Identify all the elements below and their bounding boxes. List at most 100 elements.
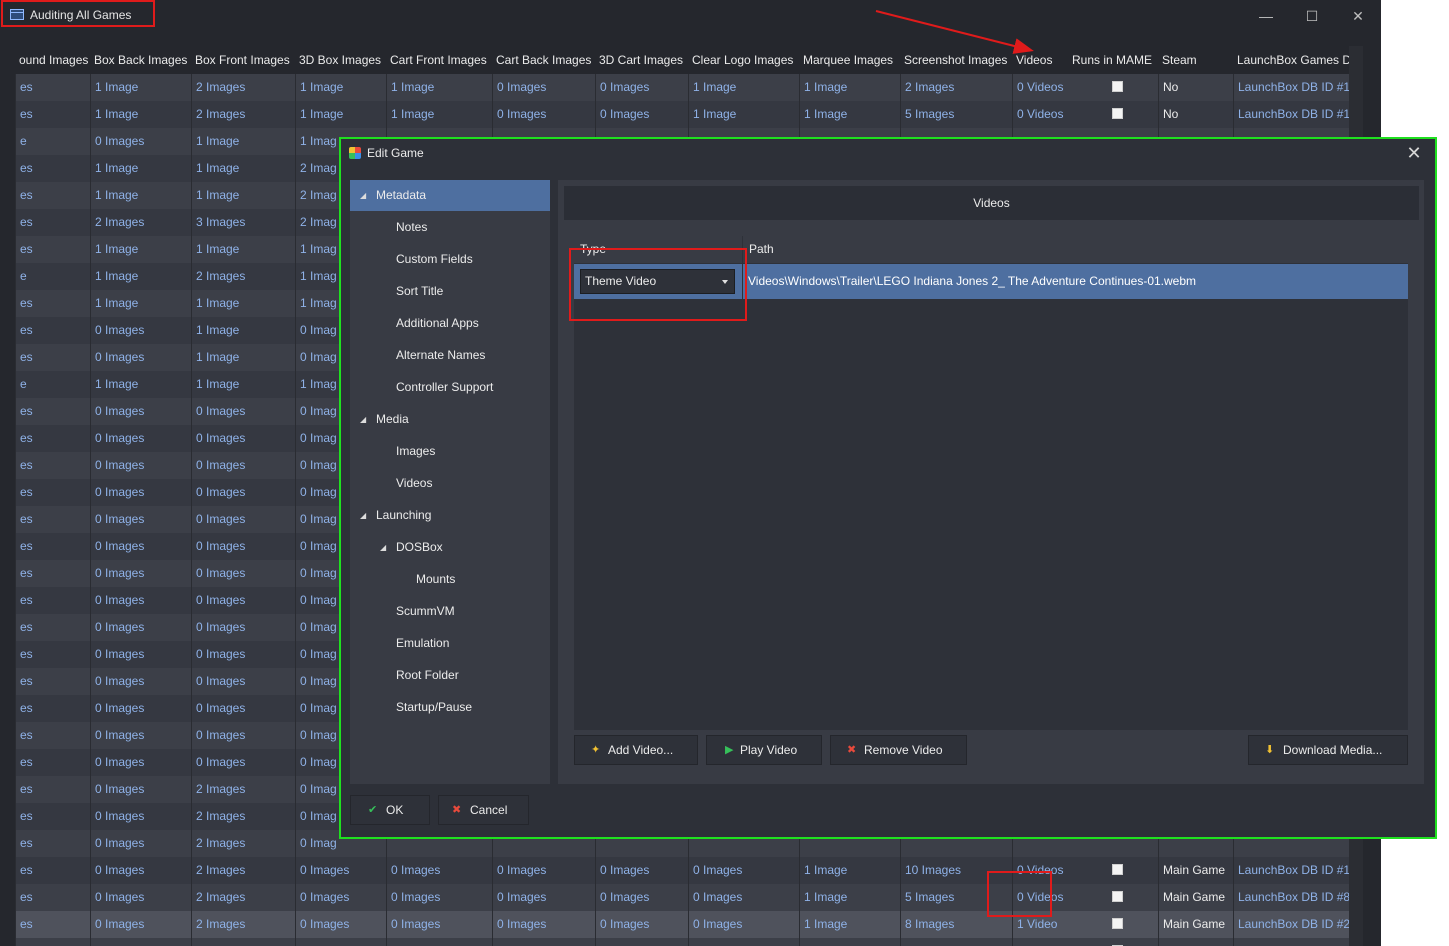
column-path[interactable]: Path [742,236,1408,263]
nav-item-media[interactable]: ◢ Media [350,404,550,435]
table-row[interactable]: es0 Images2 Images0 Images0 Images0 Imag… [15,884,1349,911]
column-header-cartback[interactable]: Cart Back Images [492,46,595,74]
column-header-mame[interactable]: Runs in MAME [1068,46,1158,74]
nav-item-label: DOSBox [396,540,443,554]
nav-item-alternate-names[interactable]: Alternate Names [350,340,550,371]
remove-icon: ✖ [847,744,857,756]
expand-triangle-icon[interactable]: ◢ [360,404,366,435]
runs-in-mame-checkbox[interactable] [1112,81,1123,92]
table-row[interactable]: es 1 Image 2 Images 1 Image 1 Image 0 Images 0… [15,74,1349,101]
runs-in-mame-checkbox[interactable] [1112,891,1123,902]
column-header-videos[interactable]: Videos [1012,46,1068,74]
table-row[interactable]: es0 Images2 Images0 Images0 Images0 Imag… [15,938,1349,946]
table-cell-bg: es [15,425,90,452]
nav-item-mounts[interactable]: Mounts [350,564,550,595]
column-header-bg[interactable]: ound Images [15,46,90,74]
expand-triangle-icon[interactable]: ◢ [380,532,386,563]
table-cell-lbdb[interactable]: LaunchBox DB ID #87 [1233,938,1349,946]
expand-triangle-icon[interactable]: ◢ [360,500,366,531]
column-header-cartfront[interactable]: Cart Front Images [386,46,492,74]
nav-item-label: Startup/Pause [396,700,473,714]
expand-triangle-icon[interactable]: ◢ [360,180,366,211]
add-video-button[interactable]: ✦ Add Video... [574,735,698,765]
table-cell-bg: es [15,803,90,830]
table-cell-cartback: 0 Images [492,911,595,938]
ok-button[interactable]: ✔ OK [350,795,430,825]
table-cell-boxback: 0 Images [90,695,191,722]
nav-item-custom-fields[interactable]: Custom Fields [350,244,550,275]
table-cell-bg: es [15,74,90,101]
cancel-button[interactable]: ✖ Cancel [438,795,529,825]
remove-video-button[interactable]: ✖ Remove Video [830,735,967,765]
column-header-box3d[interactable]: 3D Box Images [295,46,386,74]
table-cell-boxfront: 0 Images [191,695,295,722]
column-header-marquee[interactable]: Marquee Images [799,46,900,74]
table-cell-clearlogo: 0 Images [688,911,799,938]
table-cell-boxfront: 2 Images [191,884,295,911]
table-cell-bg: es [15,209,90,236]
nav-item-sort-title[interactable]: Sort Title [350,276,550,307]
nav-item-label: Additional Apps [396,316,479,330]
nav-item-emulation[interactable]: Emulation [350,628,550,659]
column-header-steam[interactable]: Steam [1158,46,1233,74]
table-row[interactable]: es 1 Image 2 Images 1 Image 1 Image 0 Images 0… [15,101,1349,128]
table-cell-lbdb[interactable]: LaunchBox DB ID #82 [1233,884,1349,911]
table-cell-boxfront: 1 Image [191,371,295,398]
column-header-clearlogo[interactable]: Clear Logo Images [688,46,799,74]
add-video-label: Add Video... [608,743,674,757]
runs-in-mame-checkbox[interactable] [1112,108,1123,119]
nav-item-images[interactable]: Images [350,436,550,467]
maximize-button[interactable]: ☐ [1297,5,1327,27]
nav-item-controller-support[interactable]: Controller Support [350,372,550,403]
dialog-title: Edit Game [367,146,424,160]
runs-in-mame-checkbox[interactable] [1112,918,1123,929]
play-video-button[interactable]: ▶ Play Video [706,735,822,765]
table-row[interactable]: es0 Images2 Images0 Images0 Images0 Imag… [15,911,1349,938]
table-cell-boxback: 0 Images [90,776,191,803]
nav-item-additional-apps[interactable]: Additional Apps [350,308,550,339]
column-header-screenshot[interactable]: Screenshot Images [900,46,1012,74]
table-cell-boxfront: 0 Images [191,533,295,560]
table-cell-boxfront: 2 Images [191,803,295,830]
table-cell-boxback: 0 Images [90,398,191,425]
nav-item-metadata[interactable]: ◢ Metadata [350,180,550,211]
play-icon: ▶ [725,744,734,756]
table-cell-lbdb[interactable]: LaunchBox DB ID #12 [1233,74,1349,101]
table-cell-bg: es [15,641,90,668]
nav-item-label: Launching [376,508,432,522]
column-header-boxfront[interactable]: Box Front Images [191,46,295,74]
dialog-close-button[interactable]: ✕ [1399,141,1429,165]
table-cell-boxback: 1 Image [90,74,191,101]
nav-item-scummvm[interactable]: ScummVM [350,596,550,627]
table-cell-lbdb[interactable]: LaunchBox DB ID #15 [1233,857,1349,884]
table-cell-bg: es [15,236,90,263]
download-media-button[interactable]: ⬇ Download Media... [1248,735,1408,765]
column-header-lbdb[interactable]: LaunchBox Games Da [1233,46,1349,74]
table-cell-bg: es [15,317,90,344]
table-cell-lbdb[interactable]: LaunchBox DB ID #13 [1233,101,1349,128]
table-cell-bg: es [15,479,90,506]
column-header-cart3d[interactable]: 3D Cart Images [595,46,688,74]
nav-item-videos[interactable]: Videos [350,468,550,499]
table-cell-boxback: 0 Images [90,560,191,587]
nav-item-notes[interactable]: Notes [350,212,550,243]
table-cell-marquee: 1 Image [799,911,900,938]
table-cell-lbdb[interactable]: LaunchBox DB ID #25 [1233,911,1349,938]
runs-in-mame-checkbox[interactable] [1112,864,1123,875]
table-cell-bg: es [15,938,90,946]
nav-item-startup-pause[interactable]: Startup/Pause [350,692,550,723]
column-header-boxback[interactable]: Box Back Images [90,46,191,74]
nav-item-root-folder[interactable]: Root Folder [350,660,550,691]
table-row[interactable]: es0 Images2 Images0 Images0 Images0 Imag… [15,857,1349,884]
minimize-button[interactable]: — [1251,5,1281,27]
nav-item-dosbox[interactable]: ◢ DOSBox [350,532,550,563]
nav-item-label: ScummVM [396,604,455,618]
table-cell-boxfront: 0 Images [191,398,295,425]
close-button[interactable]: ✕ [1343,5,1373,27]
video-path[interactable]: Videos\Windows\Trailer\LEGO Indiana Jone… [748,264,1196,299]
nav-item-launching[interactable]: ◢ Launching [350,500,550,531]
table-cell-bg: es [15,668,90,695]
table-cell-steam: No [1158,101,1233,128]
table-cell-cart3d: 0 Images [595,938,688,946]
table-cell-clearlogo: 0 Images [688,857,799,884]
